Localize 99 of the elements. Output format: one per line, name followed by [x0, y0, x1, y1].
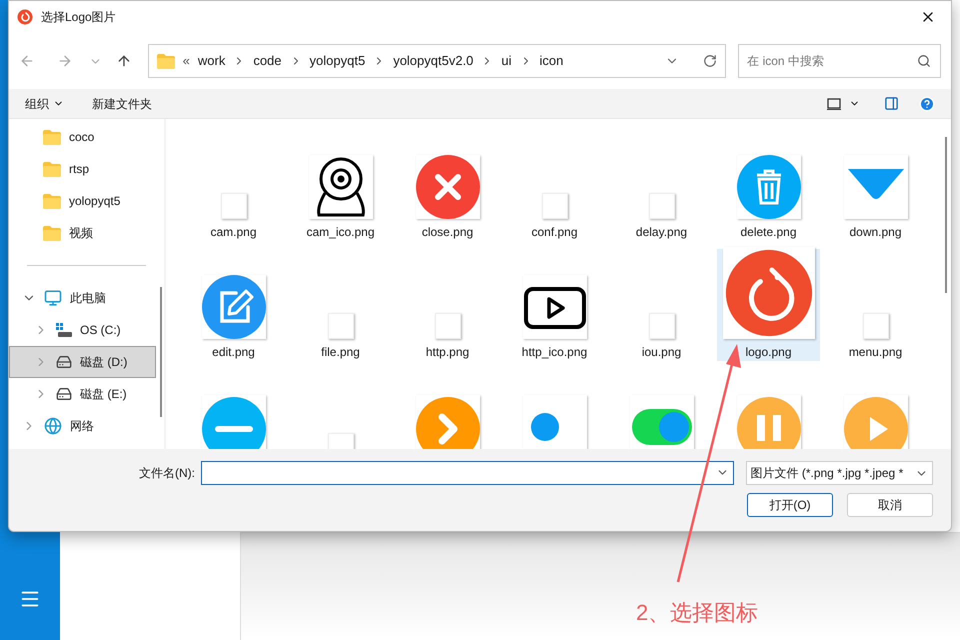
- file-item[interactable]: file.png: [289, 249, 392, 361]
- blank-thumbnail-icon: [328, 313, 354, 339]
- nav-item-label: 此电脑: [70, 290, 106, 307]
- file-name: cam_ico.png: [306, 224, 375, 239]
- logo-thumbnail-icon: [722, 247, 814, 339]
- file-name: delay.png: [636, 224, 688, 239]
- blank-thumbnail-icon: [542, 193, 568, 219]
- forward-icon[interactable]: [56, 53, 73, 69]
- file-item[interactable]: delete.png: [717, 129, 820, 241]
- file-item[interactable]: down.png: [824, 129, 927, 241]
- file-name: conf.png: [531, 224, 578, 239]
- breadcrumb-segment[interactable]: ui: [501, 51, 512, 71]
- file-item[interactable]: close.png: [396, 129, 499, 241]
- search-field[interactable]: 在 icon 中搜索: [738, 44, 941, 78]
- filename-label: 文件名(N):: [139, 465, 195, 482]
- address-overflow[interactable]: «: [182, 51, 190, 71]
- scrollbar[interactable]: [160, 287, 162, 417]
- breadcrumb-segment[interactable]: icon: [540, 51, 564, 71]
- file-item[interactable]: conf.png: [503, 129, 606, 241]
- breadcrumb-segment[interactable]: work: [198, 51, 226, 71]
- nav-item-label: 网络: [70, 418, 94, 435]
- breadcrumb-segment[interactable]: code: [253, 51, 282, 71]
- nav-item-label: coco: [69, 129, 94, 146]
- blank-thumbnail-icon: [862, 313, 888, 339]
- trash-thumbnail-icon: [736, 155, 800, 219]
- file-name: iou.png: [642, 344, 682, 359]
- file-name: http_ico.png: [522, 344, 588, 359]
- file-type-dropdown[interactable]: 图片文件 (*.png *.jpg *.jpeg *: [746, 461, 933, 485]
- nav-item-label: 磁盘 (E:): [80, 386, 127, 403]
- blank-thumbnail-icon: [648, 313, 674, 339]
- blank-thumbnail-icon: [434, 313, 460, 339]
- file-item[interactable]: iou.png: [610, 249, 713, 361]
- nav-tree-item[interactable]: 磁盘 (E:): [9, 378, 156, 410]
- nav-tree-item[interactable]: 此电脑: [9, 282, 156, 314]
- folder-icon: [156, 54, 175, 68]
- file-name: delete.png: [740, 224, 797, 239]
- help-icon[interactable]: [919, 96, 935, 112]
- file-item[interactable]: http.png: [396, 249, 499, 361]
- open-button[interactable]: 打开(O): [747, 493, 833, 517]
- nav-item-label: OS (C:): [80, 322, 121, 339]
- quick-access-item[interactable]: yolopyqt5: [9, 185, 164, 217]
- nav-tree-item[interactable]: 磁盘 (D:): [9, 346, 156, 378]
- file-name: cam.png: [210, 224, 257, 239]
- folder-icon: [43, 194, 61, 208]
- drive-icon: [56, 386, 72, 402]
- network-icon: [44, 417, 62, 435]
- filename-field[interactable]: [201, 461, 734, 485]
- quick-access-item[interactable]: coco: [9, 121, 164, 153]
- back-icon[interactable]: [19, 53, 35, 69]
- file-item[interactable]: cam.png: [182, 129, 285, 241]
- file-item[interactable]: delay.png: [610, 129, 713, 241]
- file-name: logo.png: [745, 344, 792, 359]
- blank-thumbnail-icon: [220, 193, 246, 219]
- organize-menu-button[interactable]: 组织: [25, 94, 64, 112]
- breadcrumb-segment[interactable]: yolopyqt5: [310, 51, 366, 71]
- windows-drive-icon: [56, 323, 72, 337]
- folder-icon: [43, 162, 61, 176]
- annotation-text: 2、选择图标: [636, 599, 758, 627]
- edit-thumbnail-icon: [202, 275, 266, 339]
- nav-item-label: rtsp: [69, 161, 90, 178]
- file-name: file.png: [321, 344, 360, 359]
- drive-icon: [56, 354, 72, 370]
- file-name: http.png: [426, 344, 470, 359]
- view-mode-icon[interactable]: [827, 98, 841, 110]
- scrollbar[interactable]: [945, 137, 947, 293]
- up-icon[interactable]: [116, 53, 132, 69]
- webcam-thumbnail-icon: [308, 155, 372, 219]
- file-name: down.png: [849, 224, 902, 239]
- file-name: menu.png: [848, 344, 902, 359]
- window-title: 选择Logo图片: [41, 9, 116, 26]
- file-item[interactable]: http_ico.png: [503, 249, 606, 361]
- playbox-thumbnail-icon: [522, 275, 586, 339]
- cancel-button[interactable]: 取消: [847, 493, 933, 517]
- preview-pane-icon[interactable]: [884, 96, 899, 111]
- file-item[interactable]: cam_ico.png: [289, 129, 392, 241]
- blank-thumbnail-icon: [648, 193, 674, 219]
- monitor-icon: [44, 289, 62, 307]
- nav-tree-item[interactable]: OS (C:): [9, 314, 156, 346]
- folder-icon: [43, 226, 61, 240]
- file-item[interactable]: edit.png: [182, 249, 285, 361]
- nav-item-label: 磁盘 (D:): [80, 354, 128, 371]
- down-thumbnail-icon: [844, 155, 908, 219]
- nav-item-label: 视频: [69, 225, 93, 242]
- quick-access-item[interactable]: rtsp: [9, 153, 164, 185]
- new-folder-button[interactable]: 新建文件夹: [92, 94, 152, 112]
- app-logo-icon: [17, 9, 33, 25]
- file-name: edit.png: [212, 344, 255, 359]
- quick-access-item[interactable]: 视频: [9, 217, 164, 249]
- search-icon: [917, 54, 931, 68]
- refresh-icon[interactable]: [703, 54, 718, 68]
- file-item[interactable]: logo.png: [717, 249, 820, 361]
- address-bar[interactable]: « work code yolopyqt5 yolopyqt5v2.0 ui icon: [148, 44, 726, 78]
- breadcrumb-segment[interactable]: yolopyqt5v2.0: [393, 51, 474, 71]
- folder-icon: [43, 130, 61, 144]
- nav-item-label: yolopyqt5: [69, 193, 120, 210]
- file-name: close.png: [422, 224, 474, 239]
- nav-tree-item[interactable]: 网络: [9, 410, 156, 442]
- close-thumbnail-icon: [416, 155, 480, 219]
- file-item[interactable]: menu.png: [824, 249, 927, 361]
